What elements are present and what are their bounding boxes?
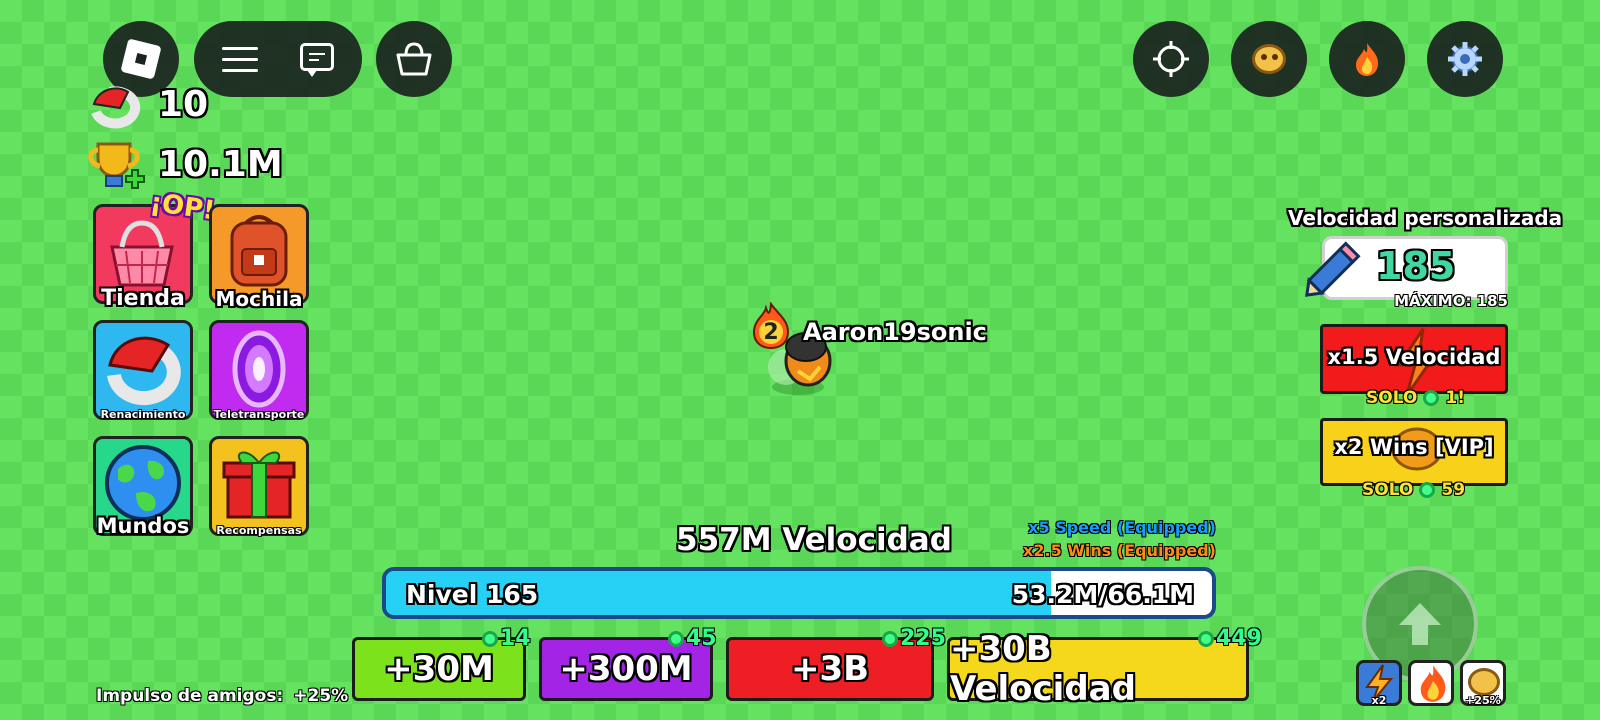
wins-count: 10.1M [158, 144, 283, 185]
boost-300m-cost: 45 [668, 626, 717, 651]
fire-button[interactable] [1329, 21, 1405, 97]
boost-3b-cost-value: 225 [900, 626, 946, 651]
mochila-label: Mochila [215, 287, 303, 311]
pet-icon [1252, 44, 1286, 74]
portal-icon [232, 330, 286, 408]
boost-30m-cost: 14 [482, 626, 531, 651]
vip-offer-solo: SOLO [1362, 480, 1414, 500]
settings-gear-icon [1448, 42, 1482, 76]
backpack-icon [230, 215, 288, 287]
rewards-tile[interactable] [209, 436, 309, 536]
chat-bubble-icon[interactable] [300, 43, 334, 77]
boost-300m-cost-value: 45 [686, 626, 717, 651]
boost-300m-label: +300M [559, 649, 693, 689]
speed-offer-price: SOLO 1! [1366, 388, 1465, 408]
boost-30b-cost-value: 449 [1216, 626, 1262, 651]
mini-boost-fire[interactable] [1408, 660, 1454, 706]
renacimiento-label: Renacimiento [100, 408, 186, 421]
roblox-logo-icon [120, 38, 162, 80]
player-rank-badge: 2 [750, 302, 792, 350]
shop-button[interactable] [376, 21, 452, 97]
rebirth-stat-icon [86, 82, 142, 130]
robux-icon [1198, 630, 1214, 647]
custom-speed-max: MÁXIMO: 185 [1394, 292, 1508, 310]
speed-total: 557M Velocidad [676, 522, 952, 558]
level-progress-text: 53.2M/66.1M [1011, 580, 1194, 609]
tienda-label: Tienda [101, 286, 185, 311]
crosshair-button[interactable] [1133, 21, 1209, 97]
level-label: Nivel 165 [406, 580, 539, 609]
robux-icon [1423, 390, 1440, 406]
vip-offer-amount: 59 [1441, 480, 1466, 500]
boost-30b-cost: 449 [1198, 626, 1262, 651]
robux-icon [668, 630, 684, 647]
mini-boost-speed-label: x2 [1371, 694, 1387, 707]
robux-icon [1419, 482, 1436, 498]
equipped-wins: x2.5 Wins (Equipped) [1023, 541, 1216, 560]
player-name: Aaron19sonic [803, 318, 987, 346]
mini-boost-pet[interactable]: +25% [1460, 660, 1506, 707]
mundos-label: Mundos [96, 514, 190, 538]
mini-boost-pet-label: +25% [1465, 694, 1501, 707]
teleport-tile[interactable] [209, 320, 309, 420]
vip-offer-card[interactable]: x2 Wins [VIP] [1320, 418, 1508, 486]
friends-boost: Impulso de amigos: +25% [96, 686, 348, 706]
friends-boost-value: +25% [293, 686, 349, 706]
fire-icon [1420, 665, 1446, 702]
shopping-basket-icon [396, 42, 432, 76]
trophy-icon [86, 140, 148, 192]
up-arrow-icon [1399, 603, 1441, 645]
rebirth-icon [107, 336, 181, 406]
fire-icon [1356, 43, 1379, 76]
boost-30m-cost-value: 14 [500, 626, 531, 651]
rebirth-tile[interactable] [93, 320, 193, 420]
crosshair-icon [1153, 41, 1189, 77]
vip-offer-label: x2 Wins [VIP] [1334, 435, 1494, 459]
boost-3b-cost: 225 [882, 626, 946, 651]
equipped-speed: x5 Speed (Equipped) [1028, 518, 1216, 537]
player-rank: 2 [763, 320, 779, 345]
speed-offer-solo: SOLO [1366, 388, 1418, 408]
pencil-icon[interactable] [1300, 236, 1366, 302]
boost-3b-label: +3B [790, 649, 870, 689]
recompensas-label: Recompensas [216, 524, 302, 537]
pet-icon [1468, 668, 1500, 696]
speed-offer-amount: 1! [1445, 388, 1465, 408]
level-progress-bar: Nivel 165 53.2M/66.1M [382, 567, 1216, 619]
hamburger-menu-icon[interactable] [222, 47, 258, 73]
custom-speed-title: Velocidad personalizada [1288, 206, 1563, 230]
rebirths-count: 10 [158, 84, 209, 125]
mini-boost-speed[interactable]: x2 [1356, 660, 1402, 707]
robux-icon [882, 630, 898, 647]
speed-offer-label: x1.5 Velocidad [1327, 345, 1501, 369]
basket-icon [110, 220, 174, 287]
robux-icon [482, 630, 498, 647]
menu-chat-pill [194, 21, 362, 97]
speed-offer-card[interactable]: x1.5 Velocidad [1320, 324, 1508, 396]
vip-offer-price: SOLO 59 [1362, 480, 1465, 500]
gift-icon [222, 451, 296, 519]
custom-speed-value: 185 [1376, 244, 1456, 288]
boost-30m-label: +30M [384, 649, 494, 689]
pets-button[interactable] [1231, 21, 1307, 97]
teletransporte-label: Teletransporte [213, 408, 305, 421]
settings-button[interactable] [1427, 21, 1503, 97]
friends-boost-label: Impulso de amigos: [96, 686, 284, 706]
